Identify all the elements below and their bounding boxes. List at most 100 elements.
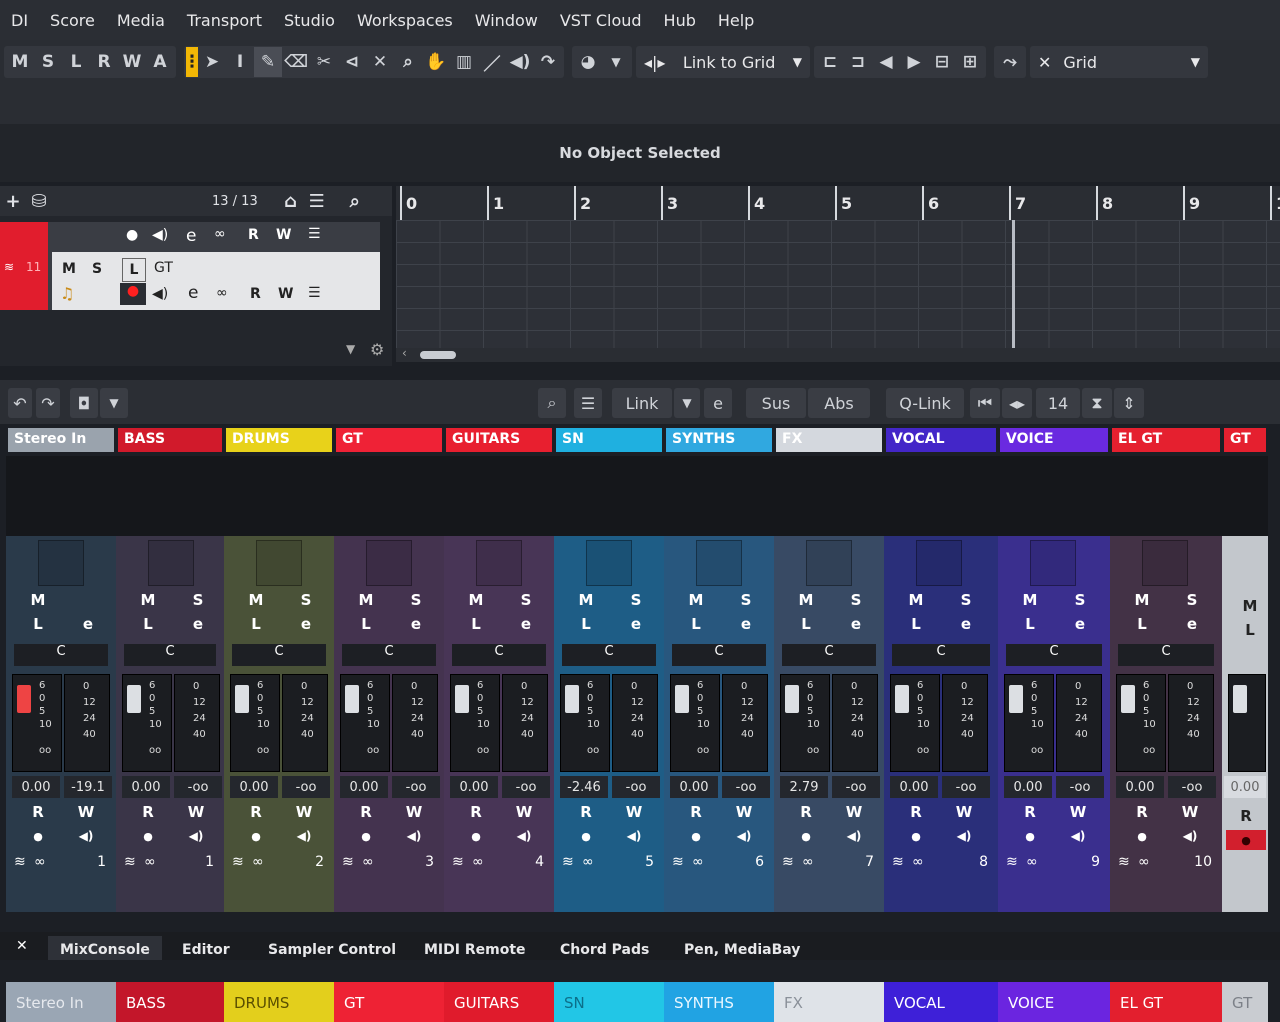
project-window[interactable] <box>396 220 1280 348</box>
read-button[interactable]: R <box>896 802 936 822</box>
track-name[interactable]: GT <box>154 260 173 276</box>
tab-chord-pads[interactable]: Chord Pads <box>548 936 661 960</box>
listen-button[interactable]: L <box>346 614 386 634</box>
mute-button[interactable]: M <box>676 590 716 610</box>
channel-footer[interactable]: FX <box>774 982 884 1022</box>
add-track-icon[interactable]: + <box>0 190 26 212</box>
channel-footer[interactable]: Stereo In <box>6 982 116 1022</box>
write-button[interactable]: W <box>724 802 764 822</box>
write-button[interactable]: W <box>394 802 434 822</box>
write-button[interactable]: W <box>614 802 654 822</box>
solo-button[interactable]: S <box>1172 590 1212 610</box>
channel-footer[interactable]: VOCAL <box>884 982 998 1022</box>
read-button[interactable]: R <box>676 802 716 822</box>
tab-midi-remote[interactable]: MIDI Remote <box>412 936 538 960</box>
channel-name[interactable]: BASS <box>118 428 222 452</box>
listen-button[interactable]: L <box>676 614 716 634</box>
monitor-icon[interactable]: ◀) <box>1170 826 1210 846</box>
panner[interactable]: C <box>1006 644 1102 666</box>
edit-icon[interactable]: e <box>188 283 198 303</box>
chevron-down-icon[interactable]: ▼ <box>346 342 355 356</box>
write-button[interactable]: W <box>944 802 984 822</box>
read-button[interactable]: R <box>128 802 168 822</box>
fader-value[interactable]: 0.00 <box>340 776 388 798</box>
channel-picture-slot[interactable] <box>916 540 962 586</box>
track-list-menu-icon[interactable]: ☰ <box>304 190 330 212</box>
camera-icon[interactable]: ◘ <box>70 388 98 418</box>
volume-fader[interactable]: 6 0 5 10 oo <box>230 674 280 772</box>
fader-handle[interactable] <box>675 685 689 713</box>
listen-button[interactable]: L <box>1010 614 1050 634</box>
split-tool-icon[interactable]: ✂ <box>310 47 338 77</box>
channel-picture-slot[interactable] <box>148 540 194 586</box>
read-button[interactable]: R <box>456 802 496 822</box>
channel-footer[interactable]: SYNTHS <box>664 982 774 1022</box>
read-button[interactable]: R <box>1122 802 1162 822</box>
gear-icon[interactable]: ⚙ <box>370 340 384 359</box>
mode-button-l[interactable]: L <box>62 47 90 77</box>
channel-footer[interactable]: SN <box>554 982 664 1022</box>
record-dot-icon[interactable]: ● <box>126 227 138 243</box>
solo-button[interactable]: S <box>506 590 546 610</box>
nudge-right-icon[interactable]: ▶ <box>900 47 928 77</box>
record-dot-icon[interactable]: ● <box>346 826 386 846</box>
read-button[interactable]: R <box>18 802 58 822</box>
edit-button[interactable]: e <box>1172 614 1212 634</box>
mute-button[interactable]: M <box>786 590 826 610</box>
listen-button[interactable]: L <box>122 258 146 282</box>
listen-button[interactable]: L <box>1230 620 1270 640</box>
volume-fader[interactable]: 6 0 5 10 oo <box>780 674 830 772</box>
channel-picture-slot[interactable] <box>1142 540 1188 586</box>
tab-mixconsole[interactable]: MixConsole <box>48 936 162 960</box>
snap-toggle[interactable]: ⤳ <box>994 46 1026 78</box>
monitor-icon[interactable]: ◀) <box>176 826 216 846</box>
fader-handle[interactable] <box>345 685 359 713</box>
trim-start-icon[interactable]: ⊟ <box>928 47 956 77</box>
panner[interactable]: C <box>672 644 766 666</box>
mute-button[interactable]: M <box>1010 590 1050 610</box>
listen-button[interactable]: L <box>566 614 606 634</box>
folder-icon[interactable]: ⛁ <box>26 190 52 212</box>
edit-button[interactable]: e <box>506 614 546 634</box>
monitor-icon[interactable]: ◀) <box>834 826 874 846</box>
channel-name[interactable]: SYNTHS <box>666 428 772 452</box>
channel-footer[interactable]: GUITARS <box>444 982 554 1022</box>
solo-button[interactable] <box>68 590 108 610</box>
fader-handle[interactable] <box>455 685 469 713</box>
acoustic-feedback[interactable]: ◕ ▼ <box>572 46 632 78</box>
listen-button[interactable]: L <box>236 614 276 634</box>
fader-value[interactable]: 0.00 <box>1224 776 1266 798</box>
channel-picture-slot[interactable] <box>256 540 302 586</box>
listen-button[interactable]: L <box>1122 614 1162 634</box>
channel-picture-slot[interactable] <box>1030 540 1076 586</box>
read-button[interactable]: R <box>1226 806 1266 826</box>
menu-item-vst-cloud[interactable]: VST Cloud <box>560 11 642 30</box>
abs-button[interactable]: Abs <box>808 388 870 418</box>
close-icon[interactable]: ✕ <box>16 938 28 954</box>
fader-handle[interactable] <box>235 685 249 713</box>
redo-icon[interactable]: ↷ <box>36 388 60 418</box>
mute-button[interactable]: M <box>236 590 276 610</box>
sus-button[interactable]: Sus <box>746 388 806 418</box>
fader-value[interactable]: -2.46 <box>560 776 608 798</box>
panner[interactable]: C <box>124 644 216 666</box>
edit-button[interactable]: e <box>396 614 436 634</box>
erase-tool-icon[interactable]: ⌫ <box>282 47 310 77</box>
panner[interactable]: C <box>782 644 876 666</box>
edit-button[interactable]: e <box>946 614 986 634</box>
monitor-icon[interactable]: ◀) <box>284 826 324 846</box>
edit-button[interactable]: e <box>68 614 108 634</box>
play-tool-icon[interactable]: ◀) <box>506 47 534 77</box>
channel-picture-slot[interactable] <box>806 540 852 586</box>
search-icon[interactable]: ⌕ <box>342 190 368 212</box>
fader-handle[interactable] <box>565 685 579 713</box>
channel-name[interactable]: GUITARS <box>446 428 552 452</box>
fader-handle[interactable] <box>17 685 31 713</box>
channel-footer[interactable]: GT <box>334 982 444 1022</box>
panner[interactable]: C <box>14 644 108 666</box>
trim-end-icon[interactable]: ⊞ <box>956 47 984 77</box>
channel-name[interactable]: SN <box>556 428 662 452</box>
channel-menu-icon[interactable]: ☰ <box>574 388 602 418</box>
tab-pen-mediabay[interactable]: Pen, MediaBay <box>672 936 812 960</box>
monitor-icon[interactable]: ◀) <box>614 826 654 846</box>
